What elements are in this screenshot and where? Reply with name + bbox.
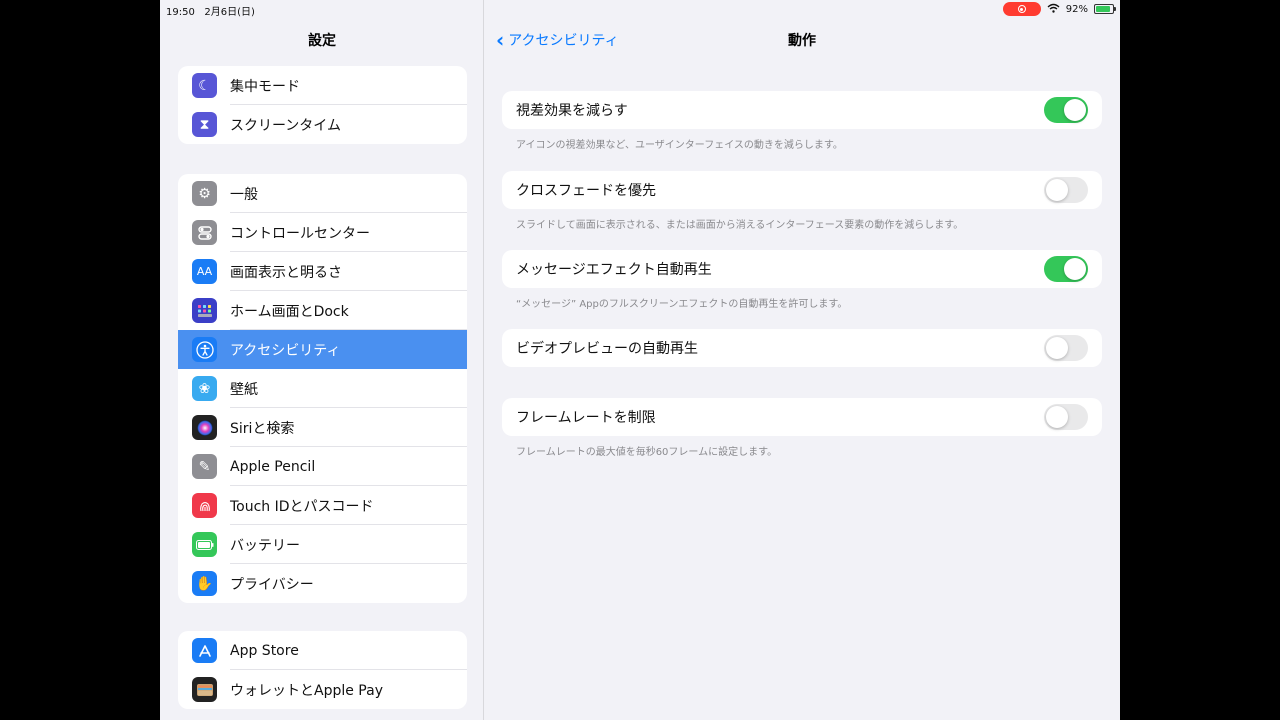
sidebar-item-label: Siriと検索 <box>230 420 295 437</box>
siri-icon <box>192 415 217 440</box>
setting-prefer-crossfade: クロスフェードを優先 <box>502 171 1102 209</box>
screen-recording-icon[interactable] <box>1002 2 1041 16</box>
sidebar-item-label: コントロールセンター <box>230 225 370 242</box>
status-clock: 19:50 2月6日(日) <box>166 3 255 18</box>
wallet-icon <box>192 677 217 702</box>
accessibility-icon <box>192 337 217 362</box>
setting-video-preview: ビデオプレビューの自動再生 <box>502 329 1102 367</box>
sidebar-item-label: アクセシビリティ <box>230 342 341 359</box>
pencil-icon: ✎ <box>192 454 217 479</box>
sidebar-item-label: 集中モード <box>230 78 300 95</box>
back-button[interactable]: ‹ アクセシビリティ <box>496 30 619 50</box>
sidebar-item-label: App Store <box>230 642 299 659</box>
setting-label: クロスフェードを優先 <box>516 183 656 199</box>
sidebar-item-display[interactable]: AA 画面表示と明るさ <box>178 252 467 291</box>
sidebar-group-1: ☾ 集中モード ⧗ スクリーンタイム <box>178 66 467 144</box>
sidebar-group-2: ⚙ 一般 コントロールセンター AA 画面表示と明るさ ホーム画面とDock ア… <box>178 174 467 603</box>
toggles-icon <box>192 220 217 245</box>
setting-footer: アイコンの視差効果など、ユーザインターフェイスの動きを減らします。 <box>516 140 843 151</box>
setting-reduce-motion: 視差効果を減らす <box>502 91 1102 129</box>
sidebar-item-label: Apple Pencil <box>230 458 316 475</box>
setting-footer: フレームレートの最大値を毎秒60フレームに設定します。 <box>516 447 778 458</box>
limit-frame-rate-toggle[interactable] <box>1044 404 1088 430</box>
status-time: 19:50 <box>166 7 195 18</box>
sidebar-item-label: ホーム画面とDock <box>230 303 349 320</box>
sidebar-group-3: App Store ウォレットとApple Pay <box>178 631 467 709</box>
toggle-knob <box>1046 337 1068 359</box>
toggle-knob <box>1064 99 1086 121</box>
sidebar-item-focus[interactable]: ☾ 集中モード <box>178 66 467 105</box>
battery-icon <box>192 532 217 557</box>
sidebar-item-home-screen[interactable]: ホーム画面とDock <box>178 291 467 330</box>
setting-footer: “メッセージ” Appのフルスクリーンエフェクトの自動再生を許可します。 <box>516 299 848 310</box>
sidebar-item-privacy[interactable]: ✋ プライバシー <box>178 564 467 603</box>
settings-sidebar: 設定 ☾ 集中モード ⧗ スクリーンタイム ⚙ 一般 コントロールセンター AA… <box>160 0 484 720</box>
video-preview-toggle[interactable] <box>1044 335 1088 361</box>
chevron-left-icon: ‹ <box>496 28 505 52</box>
sidebar-item-label: ウォレットとApple Pay <box>230 682 383 699</box>
text-size-icon: AA <box>192 259 217 284</box>
sidebar-item-label: Touch IDとパスコード <box>230 498 374 515</box>
toggle-knob <box>1046 406 1068 428</box>
sidebar-item-accessibility[interactable]: アクセシビリティ <box>178 330 467 369</box>
sidebar-item-control-center[interactable]: コントロールセンター <box>178 213 467 252</box>
sidebar-item-label: プライバシー <box>230 576 314 593</box>
home-grid-icon <box>192 298 217 323</box>
hourglass-icon: ⧗ <box>192 112 217 137</box>
setting-label: ビデオプレビューの自動再生 <box>516 341 698 357</box>
motion-settings-pane: 動作 ‹ アクセシビリティ 視差効果を減らす アイコンの視差効果など、ユーザイン… <box>484 0 1120 720</box>
prefer-crossfade-toggle[interactable] <box>1044 177 1088 203</box>
sidebar-item-label: バッテリー <box>230 537 300 554</box>
sidebar-title: 設定 <box>308 33 336 49</box>
sidebar-item-label: 壁紙 <box>230 381 258 398</box>
gear-icon: ⚙ <box>192 181 217 206</box>
setting-label: メッセージエフェクト自動再生 <box>516 262 712 278</box>
toggle-knob <box>1046 179 1068 201</box>
status-indicators: 92% <box>1002 2 1116 16</box>
fingerprint-icon <box>192 493 217 518</box>
toggle-knob <box>1064 258 1086 280</box>
sidebar-item-app-store[interactable]: App Store <box>178 631 467 670</box>
sidebar-item-label: 一般 <box>230 186 258 203</box>
reduce-motion-toggle[interactable] <box>1044 97 1088 123</box>
sidebar-item-screen-time[interactable]: ⧗ スクリーンタイム <box>178 105 467 144</box>
sidebar-item-touch-id[interactable]: Touch IDとパスコード <box>178 486 467 525</box>
sidebar-item-siri[interactable]: Siriと検索 <box>178 408 467 447</box>
wifi-icon <box>1047 3 1060 16</box>
sidebar-item-general[interactable]: ⚙ 一般 <box>178 174 467 213</box>
battery-status-icon <box>1094 4 1116 14</box>
sidebar-item-apple-pencil[interactable]: ✎ Apple Pencil <box>178 447 467 486</box>
battery-percent: 92% <box>1065 3 1088 15</box>
sidebar-item-label: スクリーンタイム <box>230 117 342 134</box>
setting-limit-frame-rate: フレームレートを制限 <box>502 398 1102 436</box>
flower-icon: ❀ <box>192 376 217 401</box>
sidebar-item-wallpaper[interactable]: ❀ 壁紙 <box>178 369 467 408</box>
status-date: 2月6日(日) <box>204 7 255 18</box>
sidebar-item-label: 画面表示と明るさ <box>230 264 342 281</box>
setting-message-effects: メッセージエフェクト自動再生 <box>502 250 1102 288</box>
back-button-label: アクセシビリティ <box>508 33 619 49</box>
sidebar-item-battery[interactable]: バッテリー <box>178 525 467 564</box>
hand-icon: ✋ <box>192 571 217 596</box>
sidebar-item-wallet[interactable]: ウォレットとApple Pay <box>178 670 467 709</box>
app-store-icon <box>192 638 217 663</box>
setting-label: 視差効果を減らす <box>516 103 628 119</box>
message-effects-toggle[interactable] <box>1044 256 1088 282</box>
setting-footer: スライドして画面に表示される、または画面から消えるインターフェース要素の動作を減… <box>516 220 964 231</box>
ipad-screen: 設定 ☾ 集中モード ⧗ スクリーンタイム ⚙ 一般 コントロールセンター AA… <box>160 0 1120 720</box>
moon-icon: ☾ <box>192 73 217 98</box>
setting-label: フレームレートを制限 <box>516 410 656 426</box>
